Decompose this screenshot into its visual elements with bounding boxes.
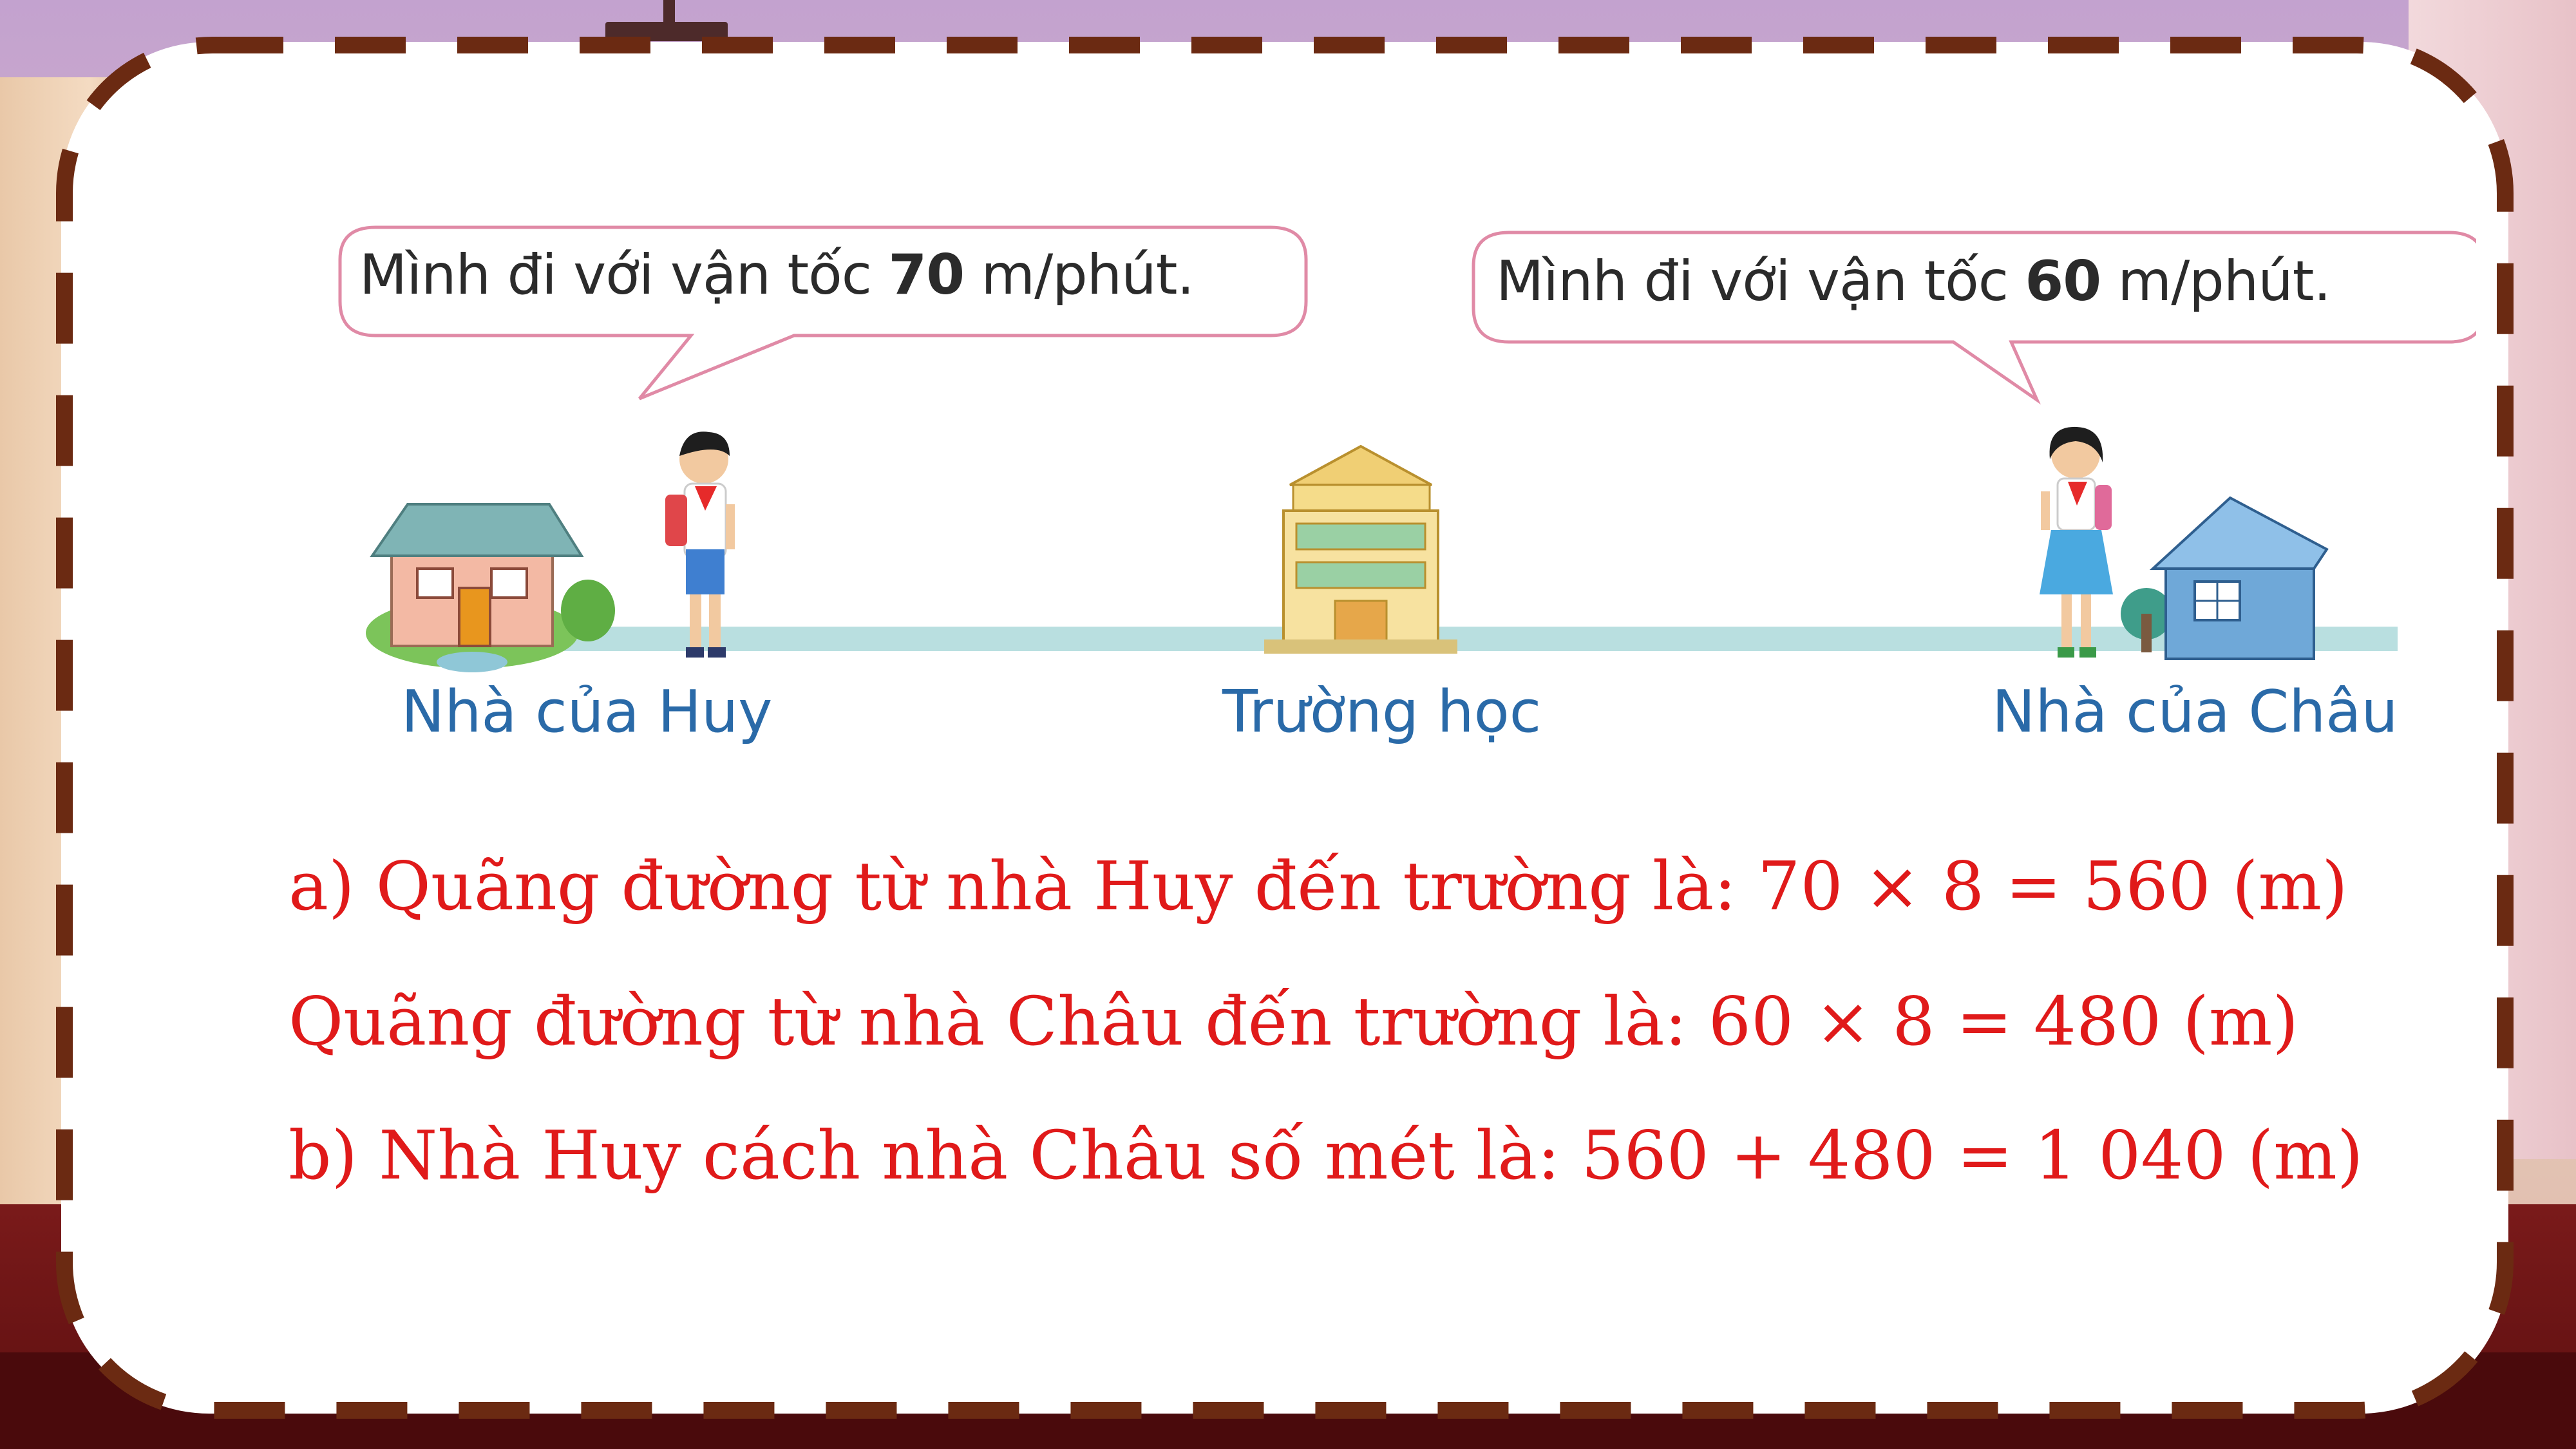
illustration-scene: Mình đi với vận tốc 70 m/phút. Mình đi v… [305,189,2476,755]
ceiling-lamp-base [605,22,728,41]
answer-line-a-chau: Quãng đường từ nhà Châu đến trường là: 6… [289,982,2299,1061]
answer-line-a: a) Quãng đường từ nhà Huy đến trường là:… [289,847,2348,925]
road-path [549,627,2398,651]
label-chau-home: Nhà của Châu [1992,678,2398,746]
house-chau-icon [2121,496,2329,660]
girl-chau-icon [2040,426,2113,658]
label-school: Trường học [1222,678,1542,746]
boy-huy-icon [665,431,735,658]
label-huy-home: Nhà của Huy [401,678,773,746]
bubble-text-chau: Mình đi với vận tốc 60 m/phút. [1496,249,2331,314]
school-building-icon [1264,444,1457,654]
answer-line-b: b) Nhà Huy cách nhà Châu số mét là: 560 … [289,1116,2363,1195]
bubble-text-huy: Mình đi với vận tốc 70 m/phút. [359,243,1195,307]
content-card: Mình đi với vận tốc 70 m/phút. Mình đi v… [61,42,2508,1414]
